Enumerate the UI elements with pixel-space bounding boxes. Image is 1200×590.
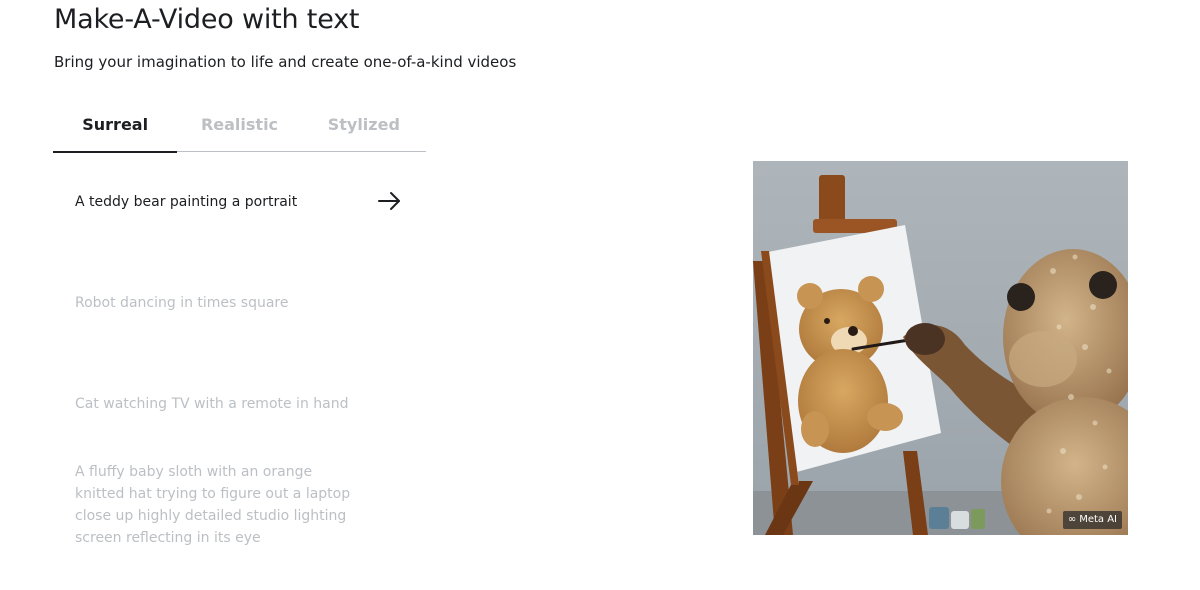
tab-surreal[interactable]: Surreal <box>53 104 178 153</box>
prompt-item-robot[interactable]: Robot dancing in times square <box>75 292 405 314</box>
tab-realistic[interactable]: Realistic <box>177 104 301 152</box>
meta-logo-icon: ∞ <box>1067 514 1077 525</box>
prompt-item-cat[interactable]: Cat watching TV with a remote in hand <box>75 393 405 415</box>
page-subtitle: Bring your imagination to life and creat… <box>54 53 517 71</box>
watermark-label: Meta AI <box>1079 514 1117 525</box>
prompt-item-teddy-bear[interactable]: A teddy bear painting a portrait <box>75 191 405 213</box>
page-title: Make-A-Video with text <box>54 4 360 35</box>
style-tabs: Surreal Realistic Stylized <box>53 104 426 153</box>
page: Make-A-Video with text Bring your imagin… <box>0 0 1200 590</box>
video-preview[interactable]: ∞ Meta AI <box>753 161 1128 535</box>
arrow-right-icon[interactable] <box>377 190 403 212</box>
prompt-item-sloth[interactable]: A fluffy baby sloth with an orange knitt… <box>75 461 365 549</box>
meta-ai-watermark: ∞ Meta AI <box>1062 511 1122 529</box>
tab-stylized[interactable]: Stylized <box>302 104 426 152</box>
teddy-bear-painting-illustration <box>753 161 1128 535</box>
